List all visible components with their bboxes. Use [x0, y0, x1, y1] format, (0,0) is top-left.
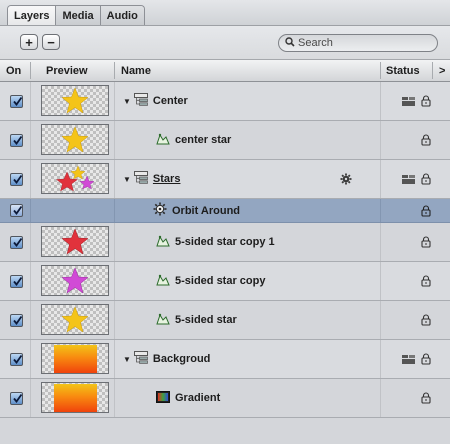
column-on[interactable]: On — [6, 65, 21, 77]
toolbar: + − — [0, 25, 450, 59]
layer-row-center[interactable]: ▼ Center — [0, 82, 450, 121]
gear-icon[interactable] — [340, 173, 352, 188]
tab-group: Layers Media Audio — [7, 5, 145, 25]
layer-row-star-copy[interactable]: 5-sided star copy — [0, 262, 450, 301]
group-icon — [133, 93, 148, 109]
visibility-checkbox[interactable] — [10, 134, 23, 147]
layer-name: center star — [175, 134, 232, 146]
lock-icon[interactable] — [421, 95, 431, 107]
lock-icon[interactable] — [421, 236, 431, 248]
layer-preview — [41, 265, 109, 296]
layer-preview — [41, 124, 109, 155]
gradient-swatch — [54, 345, 97, 373]
layer-name: Stars — [152, 173, 181, 185]
layer-row-star-copy-1[interactable]: 5-sided star copy 1 — [0, 223, 450, 262]
visibility-checkbox[interactable] — [10, 236, 23, 249]
lock-icon[interactable] — [421, 353, 431, 365]
group-status-icon — [402, 97, 416, 107]
shape-icon — [156, 273, 170, 289]
column-preview[interactable]: Preview — [46, 65, 88, 77]
search-input[interactable] — [298, 37, 418, 49]
lock-icon[interactable] — [421, 205, 431, 217]
visibility-checkbox[interactable] — [10, 173, 23, 186]
star-icon — [55, 171, 79, 192]
layer-row-orbit-around[interactable]: Orbit Around — [0, 199, 450, 223]
column-header: On Preview Name Status > — [0, 59, 450, 82]
shape-icon — [156, 312, 170, 328]
group-status-icon — [402, 355, 416, 365]
tab-bar: Layers Media Audio — [0, 0, 450, 25]
group-icon — [133, 171, 148, 187]
column-name[interactable]: Name — [121, 65, 151, 77]
visibility-checkbox[interactable] — [10, 275, 23, 288]
lock-icon[interactable] — [421, 275, 431, 287]
layer-preview — [41, 382, 109, 413]
layer-name: 5-sided star copy — [175, 275, 266, 287]
layer-row-center-star[interactable]: center star — [0, 121, 450, 160]
disclosure-triangle-icon[interactable]: ▼ — [123, 355, 131, 364]
generator-icon — [156, 390, 170, 406]
layer-name: Center — [152, 95, 188, 107]
shape-icon — [156, 234, 170, 250]
remove-layer-button[interactable]: − — [42, 34, 60, 50]
star-icon — [61, 306, 89, 333]
column-status[interactable]: Status — [386, 65, 420, 77]
layer-name: 5-sided star copy 1 — [175, 236, 275, 248]
layer-row-stars[interactable]: ▼ Stars — [0, 160, 450, 199]
star-icon — [61, 87, 89, 114]
search-field[interactable] — [278, 34, 438, 52]
visibility-checkbox[interactable] — [10, 392, 23, 405]
lock-icon[interactable] — [421, 134, 431, 146]
layers-list: ▼ Center center star ▼ Stars Orbit Aroun… — [0, 82, 450, 418]
behavior-enable-checkbox[interactable] — [10, 204, 23, 217]
column-more-arrow[interactable]: > — [439, 65, 445, 77]
visibility-checkbox[interactable] — [10, 314, 23, 327]
star-icon — [61, 228, 89, 255]
behavior-gear-icon — [153, 202, 167, 219]
lock-icon[interactable] — [421, 314, 431, 326]
disclosure-triangle-icon[interactable]: ▼ — [123, 97, 131, 106]
tab-layers[interactable]: Layers — [8, 6, 57, 25]
lock-icon[interactable] — [421, 392, 431, 404]
stars-preview — [55, 165, 95, 192]
layer-name: 5-sided star — [175, 314, 237, 326]
lock-icon[interactable] — [421, 173, 431, 185]
visibility-checkbox[interactable] — [10, 353, 23, 366]
layer-preview — [41, 343, 109, 374]
layer-preview — [41, 304, 109, 335]
add-layer-button[interactable]: + — [20, 34, 38, 50]
layer-name: Orbit Around — [172, 204, 241, 217]
tab-media[interactable]: Media — [56, 6, 101, 25]
layer-row-backgroud[interactable]: ▼ Backgroud — [0, 340, 450, 379]
visibility-checkbox[interactable] — [10, 95, 23, 108]
group-status-icon — [402, 175, 416, 185]
shape-icon — [156, 132, 170, 148]
layer-name: Backgroud — [152, 353, 211, 365]
star-icon — [61, 126, 89, 153]
gradient-swatch — [54, 384, 97, 412]
group-icon — [133, 351, 148, 367]
layer-row-gradient[interactable]: Gradient — [0, 379, 450, 418]
layer-name: Gradient — [175, 392, 221, 404]
star-icon — [61, 267, 89, 294]
search-icon — [285, 36, 295, 50]
star-icon — [70, 165, 86, 180]
layer-preview — [41, 163, 109, 194]
layer-preview — [41, 85, 109, 116]
layer-preview — [41, 226, 109, 257]
layer-row-star[interactable]: 5-sided star — [0, 301, 450, 340]
disclosure-triangle-icon[interactable]: ▼ — [123, 175, 131, 184]
tab-audio[interactable]: Audio — [100, 6, 144, 25]
